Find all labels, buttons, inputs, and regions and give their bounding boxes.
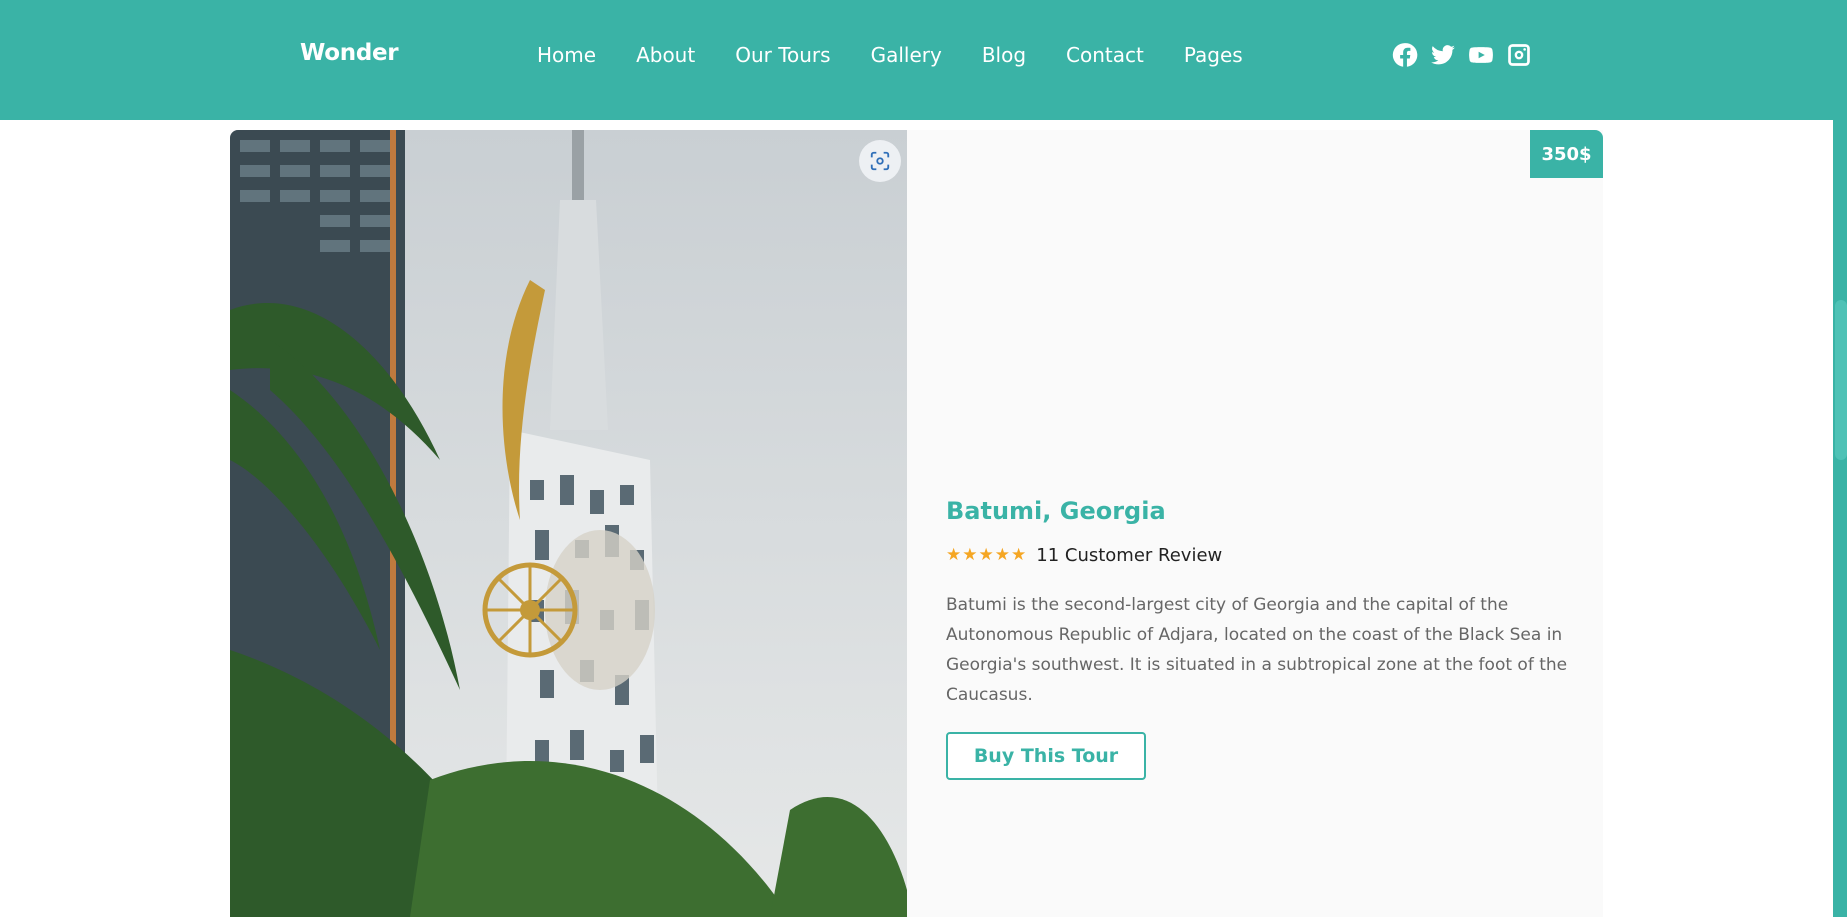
twitter-icon[interactable] <box>1430 42 1456 68</box>
nav-gallery[interactable]: Gallery <box>871 43 942 67</box>
tour-photo <box>230 130 907 917</box>
nav-blog[interactable]: Blog <box>982 43 1026 67</box>
star-rating: ★ ★ ★ ★ ★ <box>946 547 1026 564</box>
buy-tour-button[interactable]: Buy This Tour <box>946 732 1146 780</box>
star-icon: ★ <box>978 545 994 565</box>
nav-home[interactable]: Home <box>537 43 596 67</box>
star-icon: ★ <box>962 545 978 565</box>
review-count[interactable]: 11 Customer Review <box>1036 545 1222 566</box>
nav-contact[interactable]: Contact <box>1066 43 1144 67</box>
scrollbar-thumb[interactable] <box>1835 300 1847 460</box>
tour-info: Batumi, Georgia ★ ★ ★ ★ ★ 11 Customer Re… <box>946 497 1586 780</box>
image-zoom-button[interactable] <box>859 140 901 182</box>
main-nav: Home About Our Tours Gallery Blog Contac… <box>537 43 1243 67</box>
youtube-icon[interactable] <box>1468 42 1494 68</box>
price-badge: 350$ <box>1530 130 1603 178</box>
instagram-icon[interactable] <box>1506 42 1532 68</box>
nav-pages[interactable]: Pages <box>1184 43 1243 67</box>
scan-icon <box>870 151 890 171</box>
site-header: Wonder Home About Our Tours Gallery Blog… <box>0 0 1833 120</box>
nav-about[interactable]: About <box>636 43 695 67</box>
tour-title: Batumi, Georgia <box>946 497 1166 525</box>
star-icon: ★ <box>946 545 962 565</box>
facebook-icon[interactable] <box>1392 42 1418 68</box>
star-icon: ★ <box>994 545 1010 565</box>
site-logo[interactable]: Wonder <box>300 40 399 66</box>
social-links <box>1392 42 1532 68</box>
tour-description: Batumi is the second-largest city of Geo… <box>946 595 1568 705</box>
star-icon: ★ <box>1011 545 1027 565</box>
nav-our-tours[interactable]: Our Tours <box>735 43 830 67</box>
tour-rating: ★ ★ ★ ★ ★ 11 Customer Review <box>946 545 1586 566</box>
